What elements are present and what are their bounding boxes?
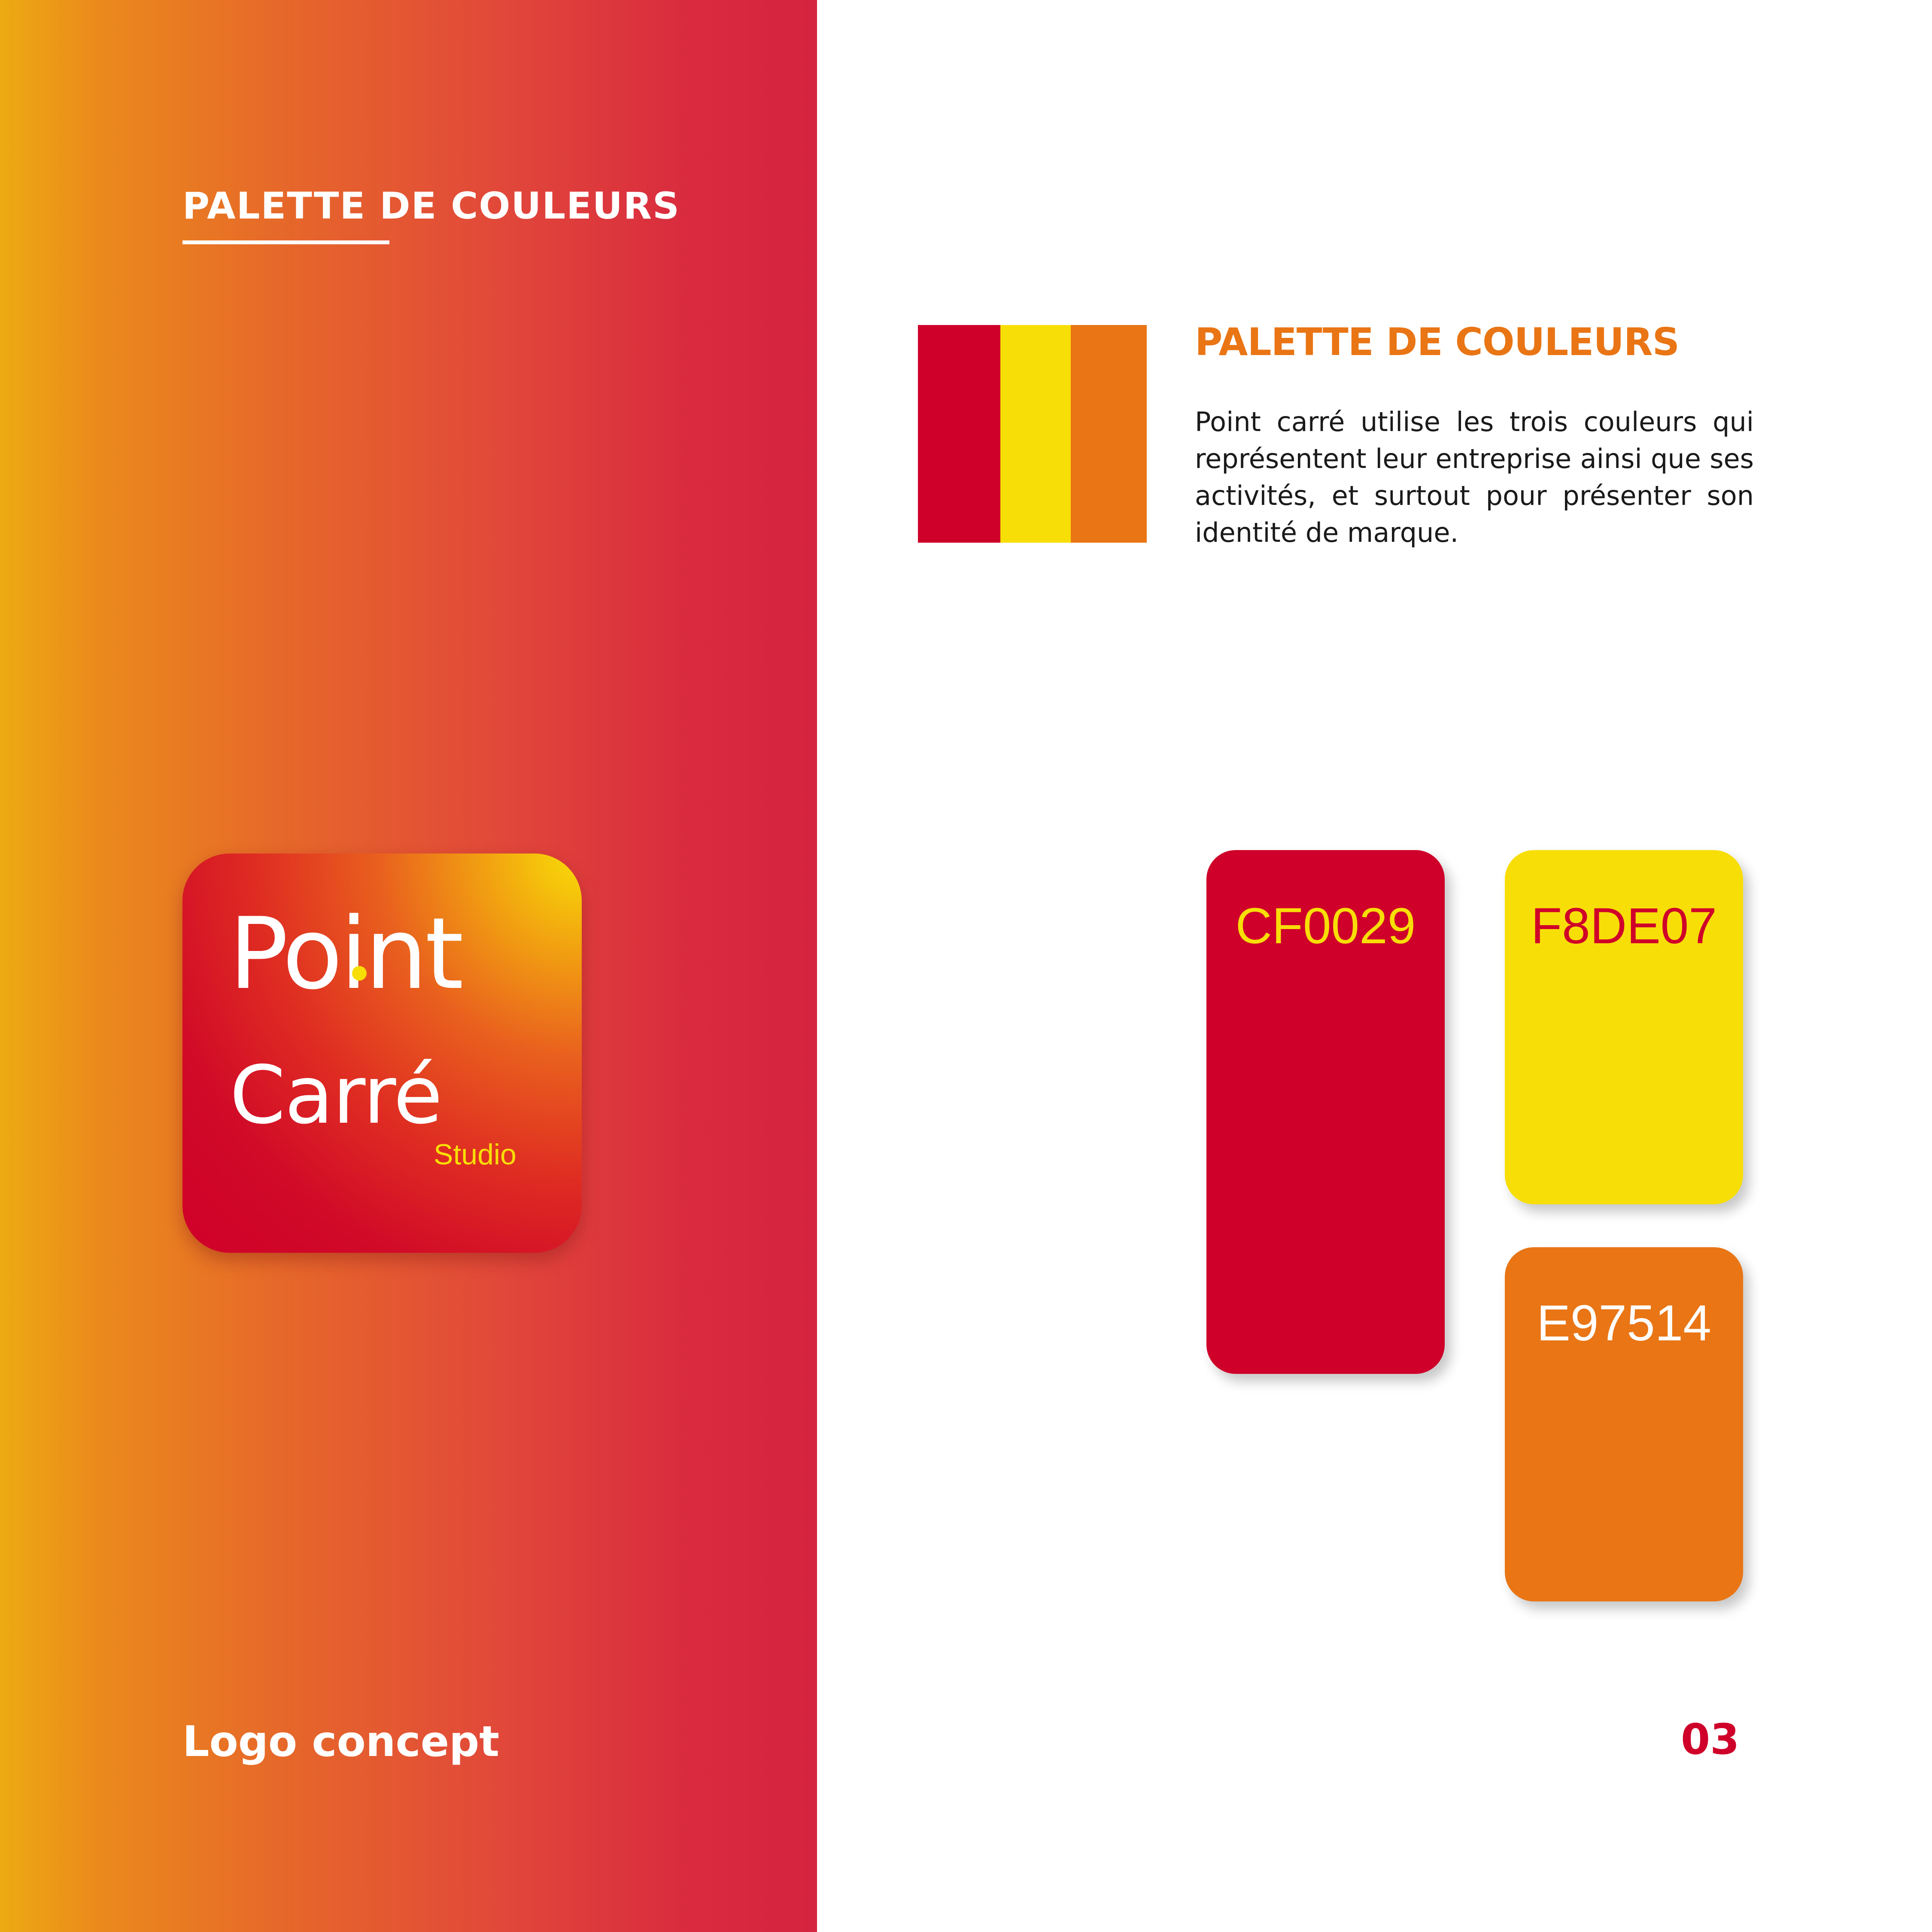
swatch-orange: E97514 <box>1505 1247 1743 1601</box>
swatch-code-red: CF0029 <box>1235 898 1416 954</box>
palette-description: Point carré utilise les trois couleurs q… <box>1195 406 1754 548</box>
point-carre-logo: Point Carré Studio <box>182 854 582 1253</box>
color-flag <box>918 325 1147 543</box>
right-section-title: PALETTE DE COULEURS <box>1195 320 1680 364</box>
logo-word-carre: Carré <box>230 1048 443 1142</box>
logo-word-point: Point <box>229 897 464 1012</box>
logo-power-dot-icon <box>352 966 367 981</box>
swatch-code-orange: E97514 <box>1537 1295 1711 1352</box>
flag-stripe-red <box>918 325 1000 543</box>
flag-stripe-yellow <box>1000 325 1071 543</box>
logo-word-studio: Studio <box>434 1138 516 1171</box>
page-number: 03 <box>1681 1715 1740 1764</box>
swatch-code-yellow: F8DE07 <box>1531 898 1717 954</box>
left-section-title: PALETTE DE COULEURS <box>182 185 680 228</box>
logo-concept-label: Logo concept <box>182 1717 500 1766</box>
swatch-yellow: F8DE07 <box>1505 850 1743 1204</box>
swatch-red: CF0029 <box>1206 850 1445 1374</box>
flag-stripe-orange <box>1071 325 1147 543</box>
title-underline <box>182 240 389 244</box>
left-panel: PALETTE DE COULEURS Point Carré Studio L… <box>0 0 817 1932</box>
